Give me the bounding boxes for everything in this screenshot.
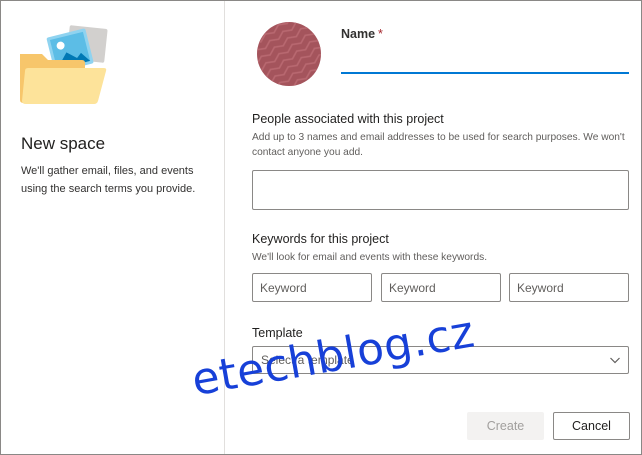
create-button[interactable]: Create <box>467 412 544 440</box>
folder-with-image-icon <box>20 25 108 104</box>
keyword-input-1[interactable] <box>252 273 372 302</box>
dialog-title: New space <box>21 134 106 153</box>
keyword-input-2[interactable] <box>381 273 501 302</box>
name-label: Name * <box>341 27 383 41</box>
required-mark: * <box>378 27 383 41</box>
keywords-section-help: We'll look for email and events with the… <box>252 252 488 263</box>
people-section-help: Add up to 3 names and email addresses to… <box>252 132 625 158</box>
project-avatar-icon[interactable] <box>257 22 321 86</box>
dialog-description: We'll gather email, files, and events us… <box>21 165 196 195</box>
people-section-title: People associated with this project <box>252 112 444 126</box>
people-input[interactable] <box>252 170 629 210</box>
left-panel: New space We'll gather email, files, and… <box>0 0 224 455</box>
name-label-text: Name <box>341 27 376 41</box>
cancel-button[interactable]: Cancel <box>553 412 630 440</box>
keyword-input-3[interactable] <box>509 273 629 302</box>
keywords-section-title: Keywords for this project <box>252 232 389 246</box>
name-input[interactable] <box>341 48 629 74</box>
chevron-down-icon <box>610 357 620 364</box>
